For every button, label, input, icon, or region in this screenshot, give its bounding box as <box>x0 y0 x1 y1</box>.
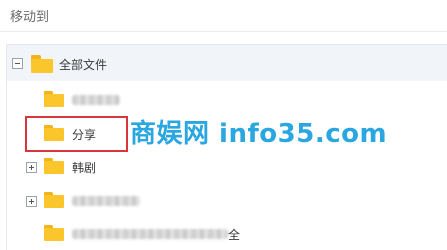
obscured-label <box>72 95 120 105</box>
obscured-label <box>72 196 140 206</box>
watermark-text: 商娱网 info35.com <box>130 119 388 149</box>
tree-item-row-share[interactable]: 分享 <box>40 122 126 146</box>
collapse-toggle-icon[interactable] <box>12 58 23 69</box>
tree-item-row-korean-drama[interactable]: 韩剧 <box>24 155 224 179</box>
tree-root-row[interactable]: 全部文件 <box>7 45 447 81</box>
tree-root-label: 全部文件 <box>59 58 108 72</box>
expand-toggle-icon[interactable] <box>26 162 37 173</box>
title-divider <box>0 31 447 32</box>
tree-item-row[interactable] <box>40 88 240 112</box>
expand-toggle-icon[interactable] <box>26 196 37 207</box>
folder-icon <box>31 55 53 73</box>
folder-icon <box>44 91 64 107</box>
folder-icon <box>44 225 64 241</box>
folder-icon <box>44 125 64 141</box>
folder-icon <box>44 192 64 208</box>
tree-item-label: 分享 <box>72 128 97 142</box>
dialog-title: 移动到 <box>10 10 50 25</box>
obscured-label <box>72 229 228 239</box>
tree-item-row[interactable]: 全 <box>40 222 300 246</box>
tree-item-label: 韩剧 <box>72 161 97 175</box>
tree-item-trailing-text: 全 <box>228 228 241 242</box>
tree-item-row[interactable] <box>24 189 244 213</box>
folder-icon <box>44 158 64 174</box>
